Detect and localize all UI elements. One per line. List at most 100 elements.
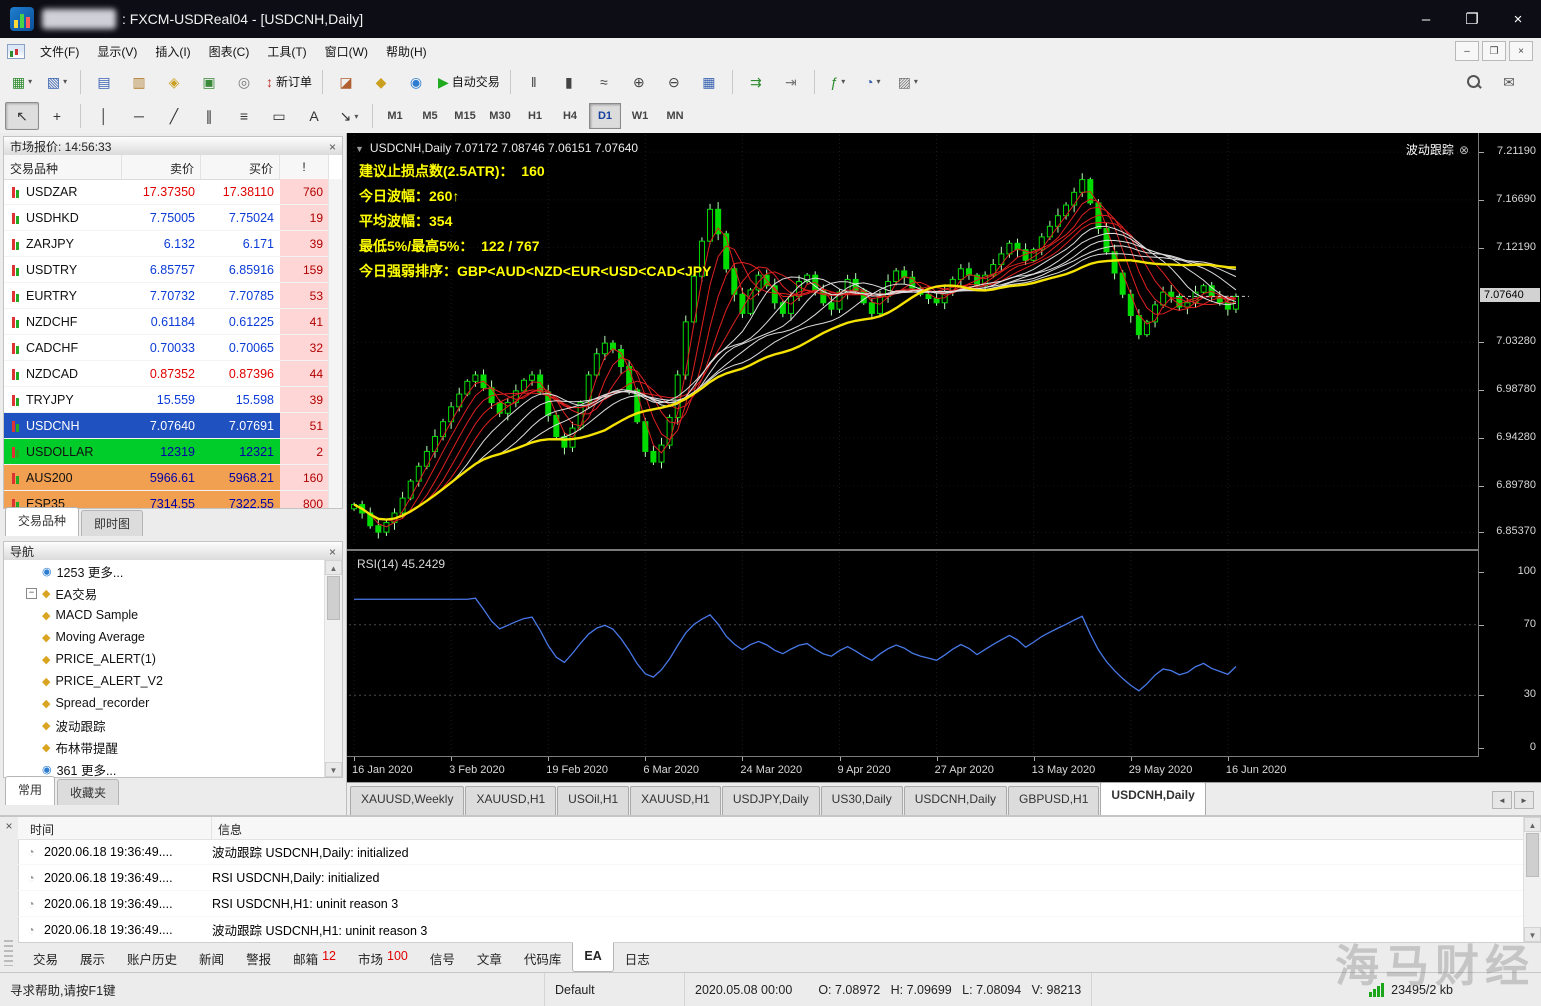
cursor-button[interactable]: ↖ — [5, 102, 39, 130]
tile-windows-button[interactable]: ▦ — [692, 68, 726, 96]
terminal-tab-新闻[interactable]: 新闻 — [188, 943, 235, 972]
strategy-tester-button[interactable]: ◎ — [227, 68, 261, 96]
pane-divider[interactable] — [347, 549, 1479, 551]
market-watch-column-header[interactable]: ! — [280, 155, 329, 179]
timeframe-h4[interactable]: H4 — [554, 103, 586, 129]
terminal-tab-日志[interactable]: 日志 — [614, 943, 661, 972]
timeframe-mn[interactable]: MN — [659, 103, 691, 129]
terminal-tab-文章[interactable]: 文章 — [466, 943, 513, 972]
vertical-line-button[interactable]: │ — [87, 102, 121, 130]
autotrading-button[interactable]: ▶ 自动交易 — [434, 68, 504, 96]
eraser-button[interactable]: ◪ — [329, 68, 363, 96]
terminal-tab-展示[interactable]: 展示 — [69, 943, 116, 972]
navigator-item[interactable]: ◉ 1253 更多... — [4, 560, 325, 582]
timeframe-m5[interactable]: M5 — [414, 103, 446, 129]
terminal-grip[interactable] — [4, 940, 13, 966]
search-button[interactable] — [1456, 68, 1490, 96]
zoom-out-button[interactable]: ⊖ — [657, 68, 691, 96]
new-order-button[interactable]: ↕ 新订单 — [262, 68, 316, 96]
market-watch-toggle-button[interactable]: ▤ — [87, 68, 121, 96]
tabs-scroll-right-icon[interactable]: ► — [1514, 791, 1534, 809]
market-watch-row[interactable]: AUS200 5966.61 5968.21 160 — [4, 465, 329, 491]
indicators-button[interactable]: ƒ ▾ — [821, 68, 855, 96]
navigator-item[interactable]: − ◆ EA交易 — [4, 582, 325, 604]
scroll-down-icon[interactable]: ▼ — [1524, 927, 1541, 942]
zoom-in-button[interactable]: ⊕ — [622, 68, 656, 96]
market-watch-row[interactable]: USDTRY 6.85757 6.85916 159 — [4, 257, 329, 283]
navigator-item[interactable]: ◆ 波动跟踪 — [4, 714, 325, 736]
navigator-item[interactable]: ◆ PRICE_ALERT_V2 — [4, 670, 325, 692]
chart-tab[interactable]: XAUUSD,Weekly — [350, 786, 465, 815]
indicator-close-icon[interactable]: ⊗ — [1459, 143, 1469, 157]
timeframe-w1[interactable]: W1 — [624, 103, 656, 129]
terminal-tab-代码库[interactable]: 代码库 — [513, 943, 573, 972]
mail-button[interactable]: ✉ — [1492, 68, 1526, 96]
channel-button[interactable]: ∥ — [192, 102, 226, 130]
scroll-down-icon[interactable]: ▼ — [325, 762, 342, 777]
trendline-button[interactable]: ╱ — [157, 102, 191, 130]
navigator-item[interactable]: ◆ Moving Average — [4, 626, 325, 648]
market-watch-row[interactable]: ZARJPY 6.132 6.171 39 — [4, 231, 329, 257]
terminal-tab-警报[interactable]: 警报 — [235, 943, 282, 972]
new-chart-button[interactable]: ▦ ▾ — [5, 68, 39, 96]
data-window-toggle-button[interactable]: ▥ — [122, 68, 156, 96]
auto-scroll-button[interactable]: ⇉ — [739, 68, 773, 96]
chart-tab[interactable]: USDCNH,Daily — [1100, 782, 1206, 815]
profiles-button[interactable]: ▧ ▾ — [40, 68, 74, 96]
chart-minimize-button[interactable]: – — [1455, 41, 1479, 61]
navigator-item[interactable]: ◆ 布林带提醒 — [4, 736, 325, 758]
navigator-item[interactable]: ◉ 361 更多... — [4, 758, 325, 778]
line-chart-button[interactable]: ≈ — [587, 68, 621, 96]
timeframe-h1[interactable]: H1 — [519, 103, 551, 129]
fibonacci-button[interactable]: ≡ — [227, 102, 261, 130]
crosshair-button[interactable]: + — [40, 102, 74, 130]
menu-item[interactable]: 图表(C) — [200, 39, 259, 64]
chart-tab[interactable]: XAUUSD,H1 — [465, 786, 557, 815]
terminal-tab-邮箱[interactable]: 邮箱 12 — [282, 943, 347, 972]
navigator-close-icon[interactable]: × — [329, 545, 336, 559]
chart-close-button[interactable]: × — [1509, 41, 1533, 61]
chart-tab[interactable]: USDJPY,Daily — [721, 786, 820, 815]
navigator-tab[interactable]: 常用 — [5, 776, 56, 805]
market-watch-row[interactable]: TRYJPY 15.559 15.598 39 — [4, 387, 329, 413]
community-button[interactable]: ◉ — [399, 68, 433, 96]
market-watch-close-icon[interactable]: × — [329, 140, 336, 154]
market-watch-tab[interactable]: 即时图 — [81, 510, 144, 536]
terminal-log-row[interactable]: ◔ 2020.06.18 19:36:49.... RSI USDCNH,H1: u… — [18, 891, 1524, 917]
chart-tab[interactable]: US30,Daily — [820, 786, 903, 815]
market-watch-row[interactable]: CADCHF 0.70033 0.70065 32 — [4, 335, 329, 361]
navigator-item[interactable]: ◆ MACD Sample — [4, 604, 325, 626]
scroll-up-icon[interactable]: ▲ — [325, 560, 342, 575]
terminal-tab-账户历史[interactable]: 账户历史 — [116, 943, 188, 972]
terminal-tab-ea[interactable]: EA — [572, 942, 614, 972]
menu-item[interactable]: 插入(I) — [146, 39, 199, 64]
navigator-item[interactable]: ◆ Spread_recorder — [4, 692, 325, 714]
menu-item[interactable]: 窗口(W) — [316, 39, 377, 64]
tabs-scroll-left-icon[interactable]: ◄ — [1492, 791, 1512, 809]
market-watch-tab[interactable]: 交易品种 — [5, 507, 80, 536]
market-watch-column-header[interactable]: 卖价 — [122, 155, 201, 179]
terminal-scrollbar[interactable]: ▲ ▼ — [1523, 817, 1541, 942]
arrows-button[interactable]: ↘ ▾ — [332, 102, 366, 130]
minimize-button[interactable]: – — [1403, 0, 1449, 38]
templates-button[interactable]: ▨ ▾ — [891, 68, 925, 96]
menu-item[interactable]: 显示(V) — [88, 39, 146, 64]
market-watch-column-header[interactable]: 交易品种 — [4, 155, 122, 179]
shapes-button[interactable]: ▭ — [262, 102, 296, 130]
terminal-tab-交易[interactable]: 交易 — [22, 943, 69, 972]
rsi-pane-svg[interactable] — [349, 552, 1477, 756]
chart-tab[interactable]: USOil,H1 — [557, 786, 630, 815]
bar-chart-button[interactable]: ‖ — [517, 68, 551, 96]
navigator-item[interactable]: ◆ PRICE_ALERT(1) — [4, 648, 325, 670]
chart-context-arrow-icon[interactable]: ▼ — [355, 144, 364, 154]
timeframe-m1[interactable]: M1 — [379, 103, 411, 129]
chart-tab[interactable]: USDCNH,Daily — [903, 786, 1008, 815]
terminal-tab-信号[interactable]: 信号 — [419, 943, 466, 972]
maximize-button[interactable]: ❐ — [1449, 0, 1495, 38]
close-button[interactable]: × — [1495, 0, 1541, 38]
terminal-tab-市场[interactable]: 市场 100 — [347, 943, 419, 972]
market-watch-row[interactable]: USDZAR 17.37350 17.38110 760 — [4, 179, 329, 205]
periods-button[interactable]: ◔ ▾ — [856, 68, 890, 96]
menu-item[interactable]: 帮助(H) — [377, 39, 436, 64]
candlestick-chart-button[interactable]: ▮ — [552, 68, 586, 96]
